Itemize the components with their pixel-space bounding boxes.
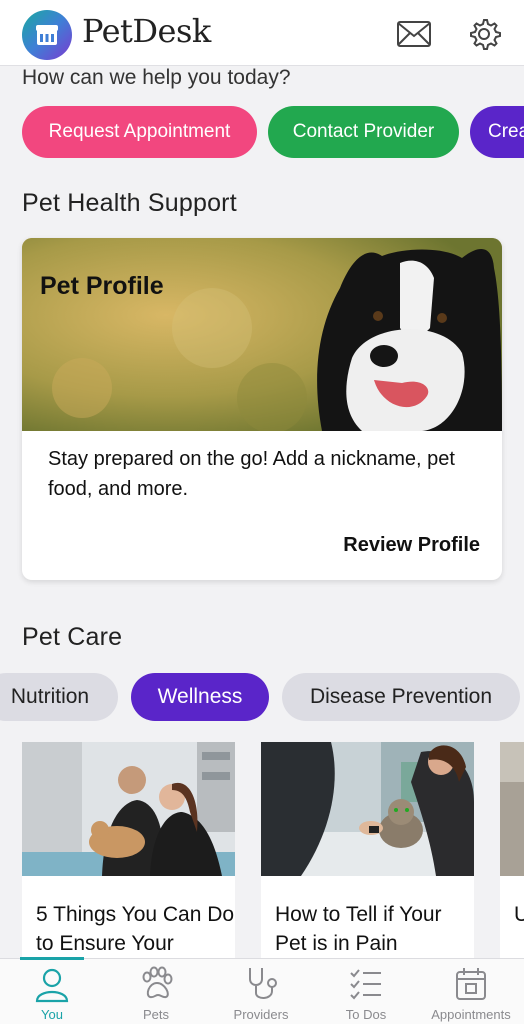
stethoscope-icon [242, 965, 280, 1003]
article-card[interactable]: How to Tell if Your Pet is in Pain [261, 742, 474, 972]
app-header: PetDesk [0, 0, 524, 66]
nav-label-todos: To Dos [345, 1007, 387, 1022]
pet-profile-image: Pet Profile [22, 238, 502, 431]
section-title-pet-health: Pet Health Support [22, 189, 237, 217]
create-button[interactable]: Crea [470, 106, 524, 158]
pet-profile-description: Stay prepared on the go! Add a nickname,… [48, 448, 455, 500]
nav-label-providers: Providers [233, 1007, 289, 1022]
article-image [500, 742, 524, 876]
nav-item-providers[interactable]: Providers [209, 959, 313, 1024]
nav-item-you[interactable]: You [0, 957, 104, 1024]
pet-profile-image-title: Pet Profile [40, 272, 164, 300]
home-screen: PetDesk How can we help you today? Reque… [0, 0, 524, 1024]
checklist-icon [347, 965, 385, 1003]
nav-label-you: You [41, 1007, 63, 1022]
article-image [261, 742, 474, 876]
pet-care-category-chips: Nutrition Wellness Disease Prevention [0, 673, 524, 721]
article-card[interactable]: 5 Things You Can Do to Ensure Your [22, 742, 235, 972]
active-tab-indicator [20, 957, 84, 960]
request-appointment-button[interactable]: Request Appointment [22, 106, 257, 158]
chip-disease-prevention[interactable]: Disease Prevention [282, 673, 520, 721]
article-title: How to Tell if Your Pet is in Pain [275, 903, 442, 955]
gear-icon[interactable] [466, 16, 502, 52]
chip-nutrition[interactable]: Nutrition [0, 673, 118, 721]
mail-icon[interactable] [396, 16, 432, 52]
calendar-icon [452, 965, 490, 1003]
nav-label-appointments: Appointments [431, 1007, 511, 1022]
chip-wellness[interactable]: Wellness [131, 673, 269, 721]
nav-item-pets[interactable]: Pets [104, 959, 208, 1024]
app-title: PetDesk [82, 12, 211, 50]
bottom-nav: You Pets Providers To Dos Appointments [0, 957, 524, 1024]
nav-item-appointments[interactable]: Appointments [419, 959, 523, 1024]
paw-icon [137, 965, 175, 1003]
user-icon [33, 965, 71, 1003]
article-image [22, 742, 235, 876]
article-title: U P [514, 903, 524, 926]
help-prompt: How can we help you today? [22, 66, 291, 89]
pet-profile-card[interactable]: Pet Profile Stay prepared on the go! Add… [22, 238, 502, 580]
nav-label-pets: Pets [142, 1007, 169, 1022]
review-profile-link[interactable]: Review Profile [343, 534, 480, 557]
petdesk-logo-icon [22, 10, 72, 60]
article-title: 5 Things You Can Do to Ensure Your [36, 903, 235, 955]
article-card[interactable]: U P [500, 742, 524, 972]
contact-provider-button[interactable]: Contact Provider [268, 106, 459, 158]
section-title-pet-care: Pet Care [22, 623, 123, 651]
nav-item-todos[interactable]: To Dos [314, 959, 418, 1024]
